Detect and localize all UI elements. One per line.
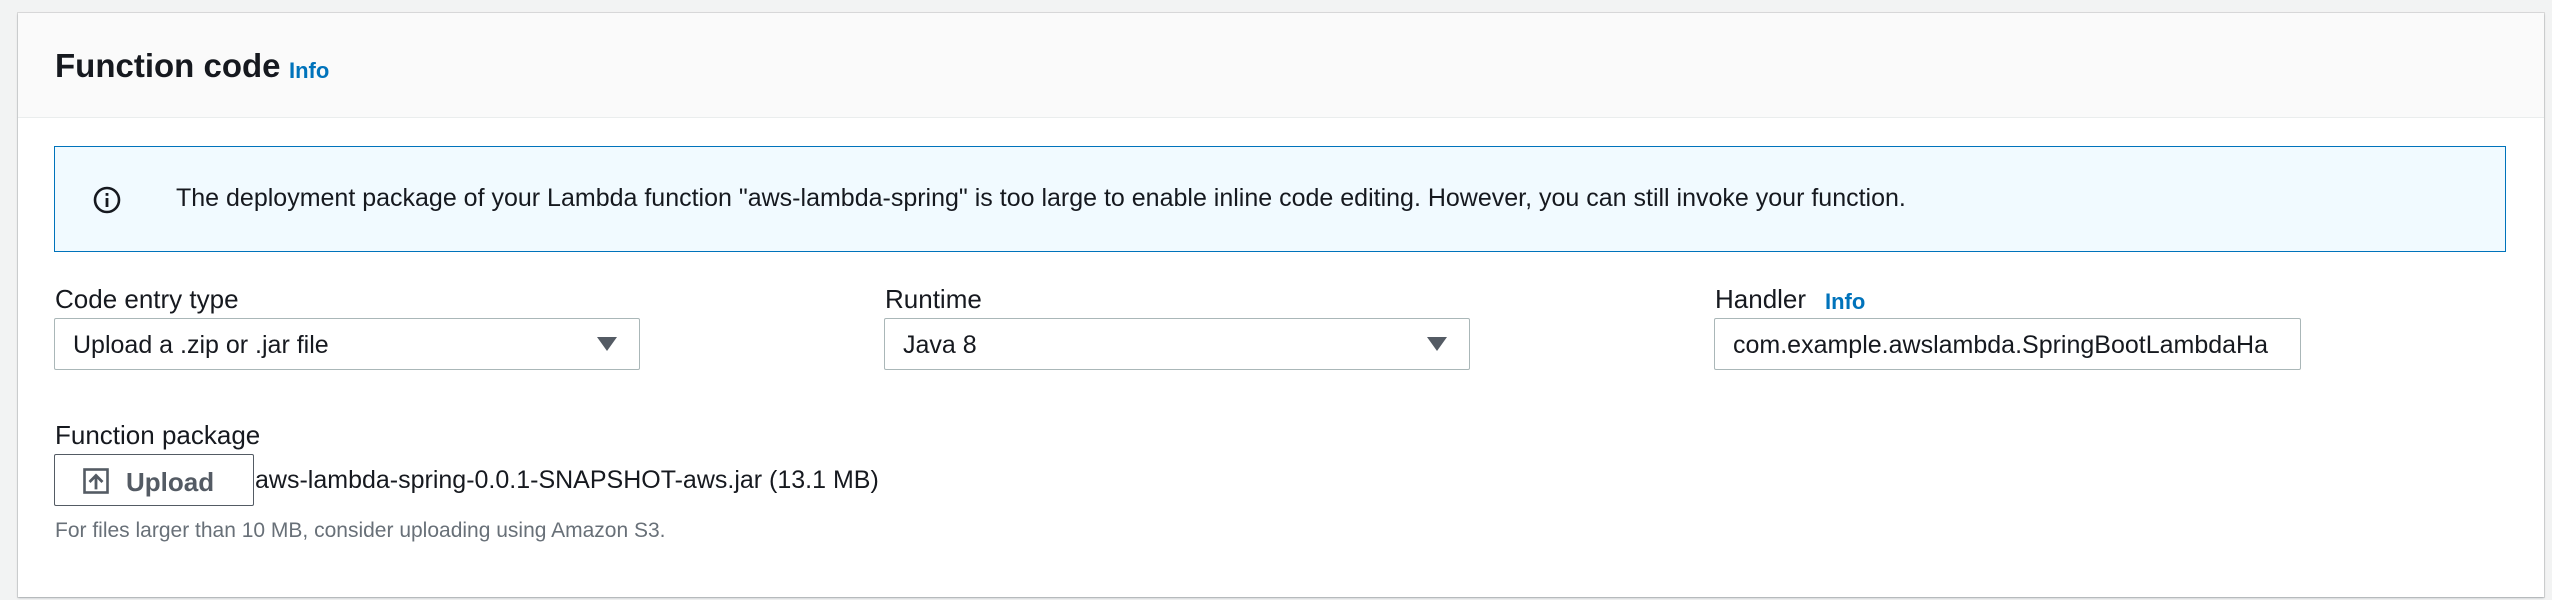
runtime-value: Java 8: [903, 331, 977, 359]
section-title: Function code: [55, 47, 281, 84]
function-package-label: Function package: [55, 420, 261, 450]
handler-label: Handler: [1715, 284, 1807, 314]
upload-button-label: Upload: [126, 467, 215, 497]
info-alert: The deployment package of your Lambda fu…: [54, 146, 2506, 252]
code-entry-type-label: Code entry type: [55, 284, 239, 314]
runtime-select[interactable]: Java 8: [884, 318, 1470, 370]
upload-size-hint: For files larger than 10 MB, consider up…: [55, 519, 666, 542]
runtime-label: Runtime: [885, 284, 982, 314]
handler-info-link[interactable]: Info: [1825, 289, 1865, 315]
code-entry-type-value: Upload a .zip or .jar file: [73, 331, 329, 359]
handler-input[interactable]: com.example.awslambda.SpringBootLambdaHa: [1714, 318, 2301, 370]
upload-button[interactable]: Upload: [54, 454, 254, 506]
handler-input-value: com.example.awslambda.SpringBootLambdaHa: [1733, 331, 2269, 359]
function-code-panel: Function code Info The deployment packag…: [18, 13, 2544, 597]
section-info-link[interactable]: Info: [289, 58, 329, 84]
selected-file-name: aws-lambda-spring-0.0.1-SNAPSHOT-aws.jar…: [255, 466, 879, 494]
info-circle-icon: [93, 186, 121, 214]
caret-down-icon: [1427, 337, 1447, 351]
code-entry-type-select[interactable]: Upload a .zip or .jar file: [54, 318, 640, 370]
alert-message: The deployment package of your Lambda fu…: [176, 184, 1906, 212]
caret-down-icon: [597, 337, 617, 351]
upload-icon: [83, 468, 109, 494]
panel-header: Function code Info: [18, 13, 2544, 118]
